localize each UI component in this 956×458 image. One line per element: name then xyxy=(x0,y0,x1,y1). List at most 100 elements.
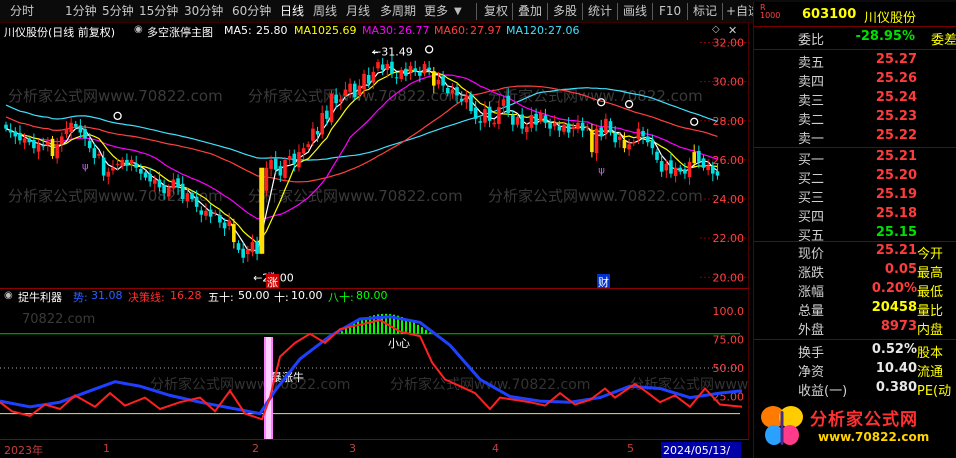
period-tab-multi[interactable]: 多周期 xyxy=(380,3,416,20)
candle-up xyxy=(287,156,292,160)
candle-up xyxy=(250,242,255,253)
stat-row-value: 0.05 xyxy=(884,262,917,277)
candle-down xyxy=(134,163,138,168)
period-tab-30min[interactable]: 30分钟 xyxy=(184,3,223,20)
shi10-value: 10.00 xyxy=(291,289,323,302)
stat2-row-label: 换手 xyxy=(798,346,825,361)
price-tick-label: 24.00 xyxy=(713,193,745,206)
r-badge: R 1000 xyxy=(760,3,781,20)
more-dropdown-icon[interactable]: ▼ xyxy=(454,6,462,17)
limit-up-candle xyxy=(259,167,265,254)
toolbar-divider xyxy=(512,3,513,20)
period-tab-monthly[interactable]: 月线 xyxy=(346,3,370,20)
stat-row: 外盘 8973 内盘 xyxy=(754,319,956,338)
candle-up xyxy=(129,159,134,164)
stat-row-value: 20458 xyxy=(871,300,917,315)
period-tab-15min[interactable]: 15分钟 xyxy=(139,3,178,20)
period-tab-fenshi[interactable]: 分时 xyxy=(10,3,34,20)
indicator-chart[interactable]: 70822.com分析家公式网www.70822.com 分析家公式网www.70… xyxy=(0,289,830,439)
template-dropdown-icon[interactable]: ◉ xyxy=(134,24,143,35)
candle-up xyxy=(213,212,218,214)
period-tab-more[interactable]: 更多 xyxy=(424,3,448,20)
xiaoxin-label: 小心 xyxy=(388,337,410,350)
ask-row-label: 卖一 xyxy=(798,132,825,147)
time-axis: 2023年 1 2 3 4 5 2024/05/13/一 xyxy=(0,439,749,458)
stat-row-label: 涨幅 xyxy=(798,285,825,300)
divider xyxy=(754,147,956,148)
candle-up xyxy=(46,142,50,146)
stat2-row-value: 0.380 xyxy=(875,380,917,395)
price-chart-pane[interactable]: 分析家公式网www.70822.com 分析家公式网www.70822.com 分析… xyxy=(0,23,749,289)
period-tab-weekly[interactable]: 周线 xyxy=(313,3,337,20)
ma30-label: MA30: xyxy=(362,24,397,37)
candle-up xyxy=(631,142,636,144)
high-price-label: ←31.49 xyxy=(372,46,413,59)
overlay-button[interactable]: 叠加 xyxy=(518,3,542,20)
candle-down xyxy=(222,222,227,229)
candle-up xyxy=(450,89,455,94)
draw-line-button[interactable]: 画线 xyxy=(623,3,647,20)
candle-up xyxy=(120,159,125,167)
ask-row-value: 25.27 xyxy=(875,52,917,67)
stat-row-value: 0.20% xyxy=(871,281,917,296)
stat-row-label: 涨跌 xyxy=(798,266,825,281)
mark-button[interactable]: 标记 xyxy=(693,3,717,20)
period-tab-1min[interactable]: 1分钟 xyxy=(65,3,97,20)
divider xyxy=(754,241,956,242)
candle-up xyxy=(97,154,101,156)
candle-up xyxy=(348,83,352,92)
candle-down xyxy=(659,161,664,172)
stat-row-value: 8973 xyxy=(880,319,917,334)
candle-down xyxy=(218,215,222,223)
candle-up xyxy=(627,144,631,150)
ask-row-value: 25.24 xyxy=(875,90,917,105)
time-label-month-3: 3 xyxy=(349,442,356,455)
ask-row: 卖二 25.23 xyxy=(754,109,956,128)
site-watermark: 70822.com xyxy=(22,312,95,327)
collapse-icon[interactable]: ◇ xyxy=(712,24,720,35)
candle-down xyxy=(334,94,338,104)
period-tab-60min[interactable]: 60分钟 xyxy=(232,3,271,20)
candle-down xyxy=(190,193,194,200)
indicator-pane[interactable]: 70822.com 分析家公式网www.70822.com 分析家公式网www.70… xyxy=(0,289,830,439)
shi-value: 31.08 xyxy=(91,289,123,302)
close-icon[interactable]: ✕ xyxy=(728,24,737,37)
candle-down xyxy=(701,158,706,168)
price-chart[interactable]: 分析家公式网www.70822.com 分析家公式网www.70822.com 分析… xyxy=(0,23,749,289)
bid-row-value: 25.19 xyxy=(875,187,917,202)
statistics-button[interactable]: 统计 xyxy=(588,3,612,20)
candle-up xyxy=(515,116,520,125)
period-tab-daily[interactable]: 日线 xyxy=(280,3,304,20)
candle-down xyxy=(655,151,659,160)
template-name[interactable]: 多空涨停主图 xyxy=(147,24,213,40)
time-label-month-4: 4 xyxy=(492,442,499,455)
candle-down xyxy=(92,148,97,158)
fuquan-button[interactable]: 复权 xyxy=(484,3,508,20)
ask-row: 卖五 25.27 xyxy=(754,52,956,71)
stat-row-label: 现价 xyxy=(798,247,825,262)
cai-badge-text: 财 xyxy=(598,275,609,289)
multi-stock-button[interactable]: 多股 xyxy=(553,3,577,20)
signal-circle-icon xyxy=(113,111,122,121)
bid-row: 买一 25.21 xyxy=(754,149,956,168)
candle-up xyxy=(246,249,250,255)
candle-down xyxy=(455,87,459,96)
indicator-dropdown-icon[interactable]: ◉ xyxy=(4,290,13,301)
f10-button[interactable]: F10 xyxy=(659,3,681,20)
buy-signal-icon: ψ xyxy=(598,166,605,177)
stat2-row-value: 0.52% xyxy=(871,342,917,357)
indicator-name[interactable]: 捉牛利器 xyxy=(18,289,62,305)
bid-row-value: 25.15 xyxy=(875,225,917,240)
toolbar-divider xyxy=(617,3,618,20)
weibi-row: 委比 -28.95% 委差 xyxy=(798,29,956,48)
candle-down xyxy=(418,71,422,76)
wushi-value: 50.00 xyxy=(238,289,270,302)
shi-label: 势: xyxy=(73,291,88,304)
candle-up xyxy=(594,128,599,154)
bid-row: 买二 25.20 xyxy=(754,168,956,187)
period-tab-5min[interactable]: 5分钟 xyxy=(102,3,134,20)
candle-down xyxy=(566,123,571,133)
candle-down xyxy=(180,183,185,200)
ma60-label: MA60: xyxy=(434,24,469,37)
candle-down xyxy=(645,136,650,143)
